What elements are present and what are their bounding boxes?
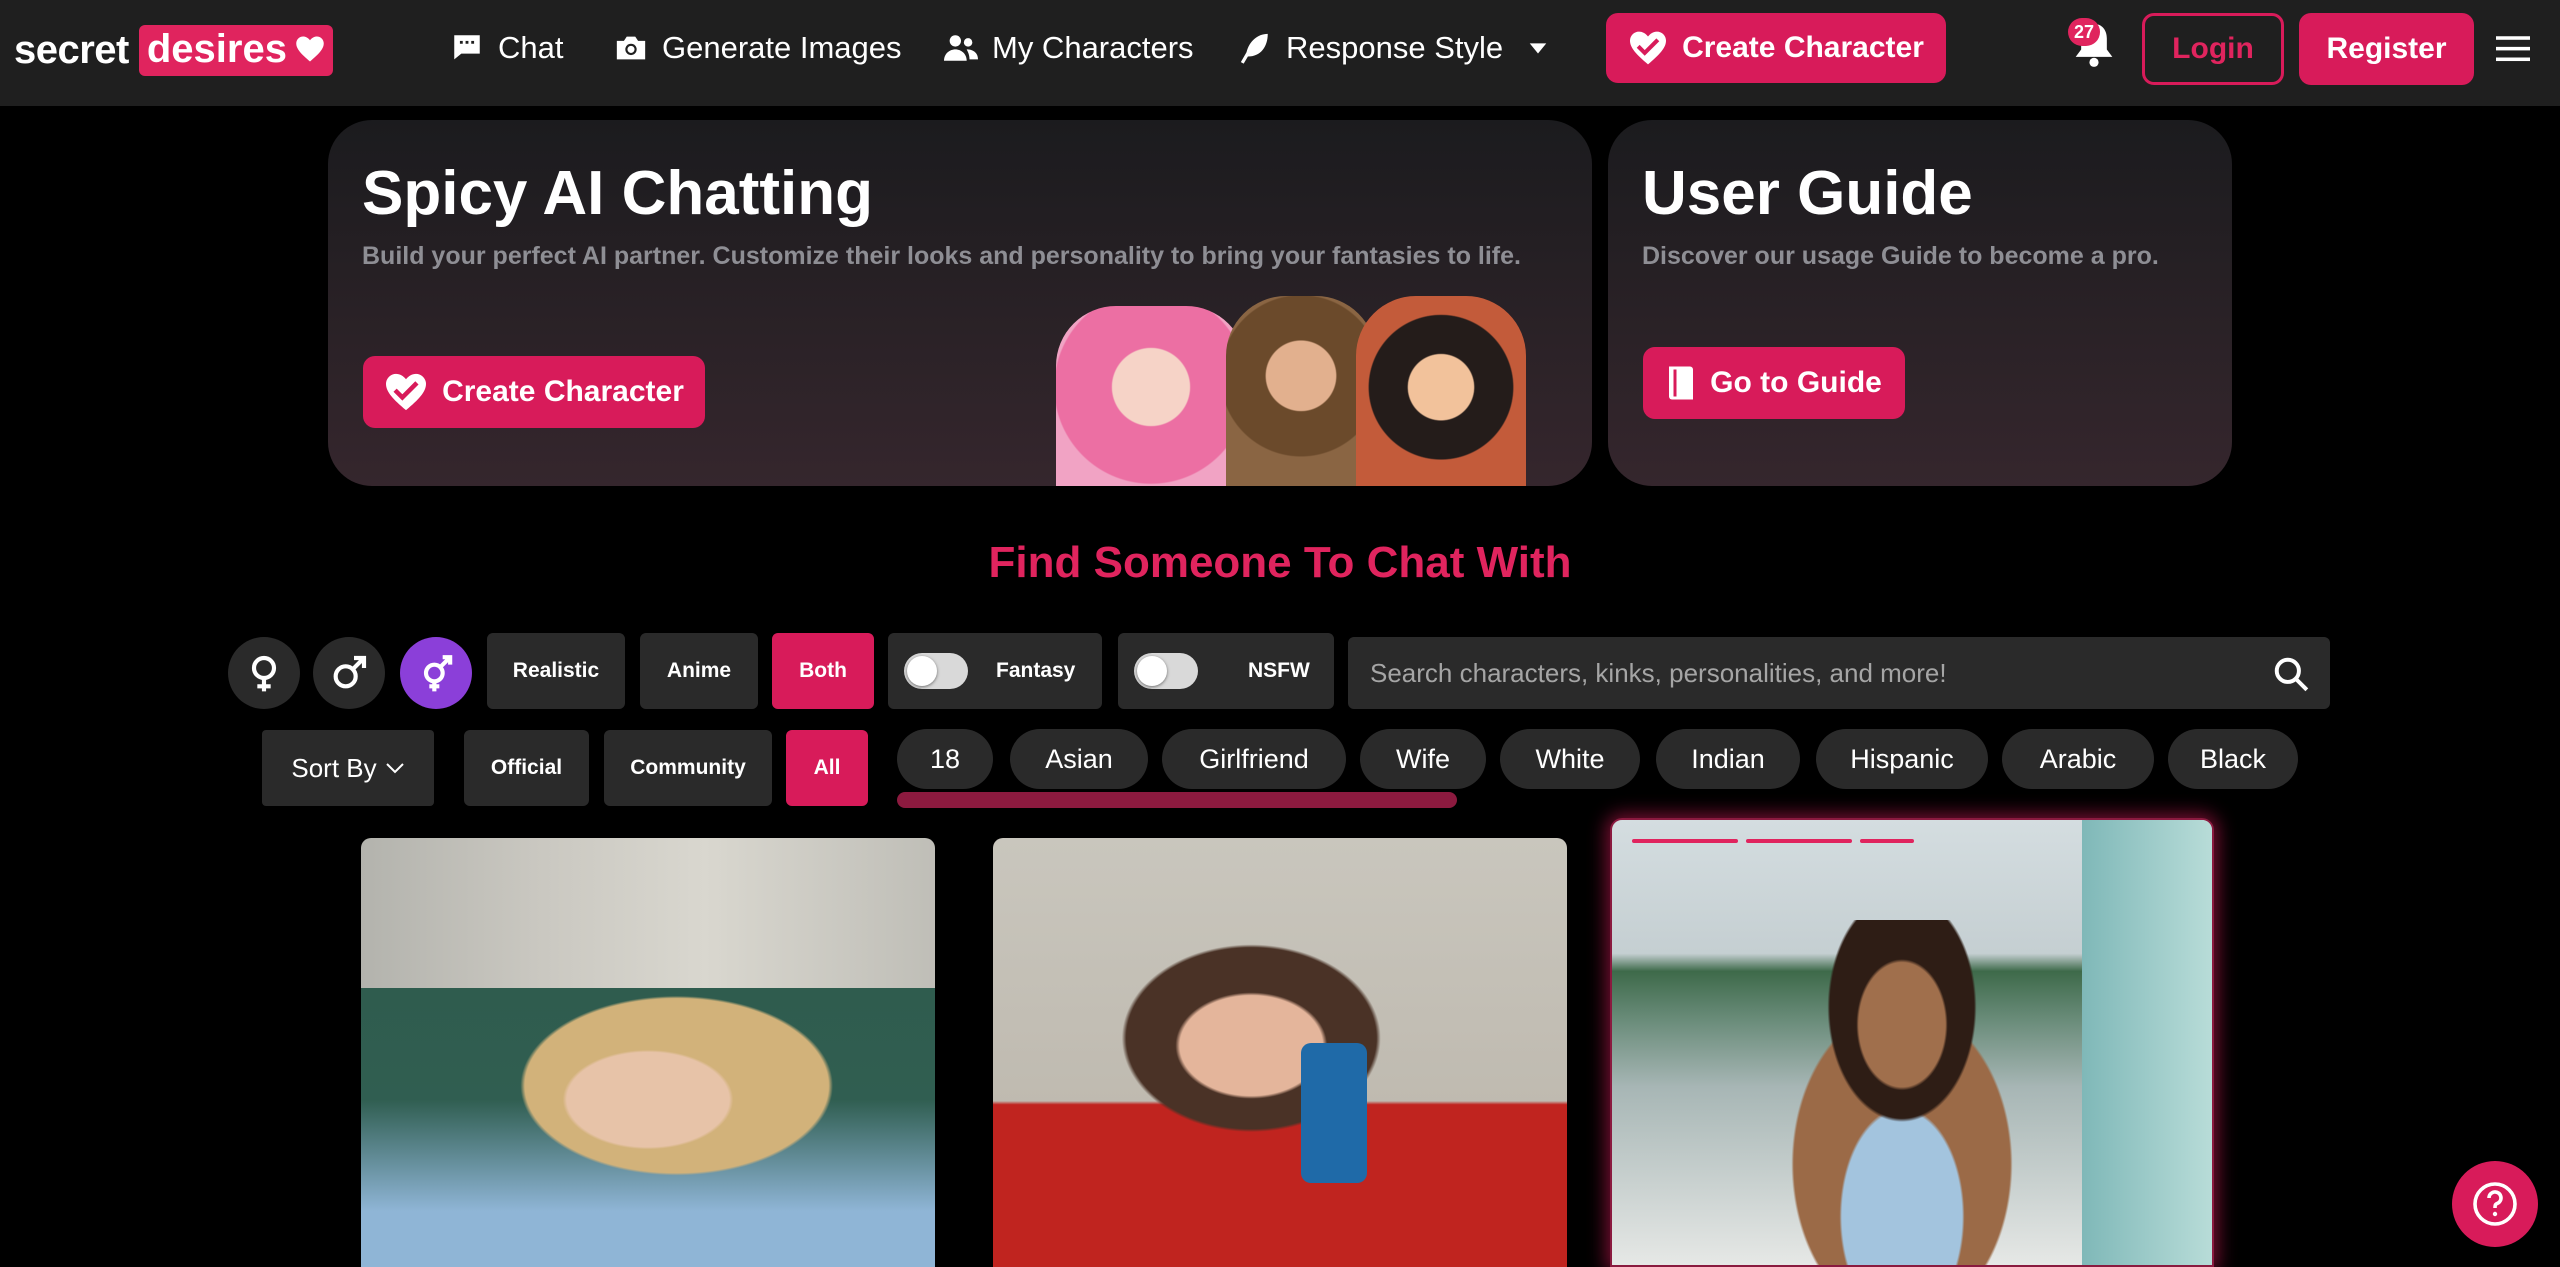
search-icon[interactable] (2272, 655, 2310, 693)
nav-my-characters[interactable]: My Characters (944, 24, 1194, 72)
female-symbol-icon (251, 655, 277, 692)
tags-scrollbar[interactable] (897, 792, 1457, 808)
style-realistic-button[interactable]: Realistic (487, 633, 625, 709)
character-photo-brunette (993, 898, 1567, 1267)
gender-male-button[interactable] (313, 637, 385, 709)
hamburger-menu-icon[interactable] (2496, 34, 2530, 64)
hero-title: Spicy AI Chatting (362, 159, 873, 228)
nav-chat-label: Chat (498, 30, 564, 65)
sort-by-label: Sort By (291, 752, 377, 783)
login-button[interactable]: Login (2142, 13, 2284, 85)
nav-response-style-label: Response Style (1286, 30, 1504, 65)
source-official-button[interactable]: Official (464, 730, 589, 806)
create-character-nav-label: Create Character (1682, 31, 1924, 64)
tag-chip-black[interactable]: Black (2168, 729, 2298, 789)
create-character-nav-button[interactable]: Create Character (1606, 13, 1946, 83)
heart-icon (296, 36, 324, 62)
style-anime-button[interactable]: Anime (640, 633, 758, 709)
phone-image (1301, 1043, 1367, 1183)
tag-chip-wife[interactable]: Wife (1360, 729, 1486, 789)
anime-girl-image (1056, 306, 1246, 486)
nsfw-toggle[interactable] (1134, 653, 1198, 689)
hero-characters-illustration (1056, 296, 1556, 486)
fantasy-label: Fantasy (996, 659, 1076, 682)
chat-icon (454, 35, 480, 60)
hero-card: Spicy AI Chatting Build your perfect AI … (328, 120, 1592, 486)
nav-generate-images[interactable]: Generate Images (614, 24, 902, 72)
camera-icon (616, 36, 646, 60)
anime-man-image (1356, 296, 1526, 486)
tag-chip-arabic[interactable]: Arabic (2002, 729, 2154, 789)
source-community-button[interactable]: Community (604, 730, 772, 806)
tag-chip-asian[interactable]: Asian (1010, 729, 1148, 789)
register-button[interactable]: Register (2299, 13, 2474, 85)
book-icon (1669, 366, 1694, 400)
help-question-icon (2473, 1182, 2517, 1226)
find-someone-title: Find Someone To Chat With (988, 538, 1572, 587)
top-navbar: secret desires Chat Generate Images My C… (0, 0, 2560, 106)
character-photo-beach (1732, 920, 2072, 1265)
character-card[interactable] (993, 838, 1567, 1267)
hero-create-character-label: Create Character (442, 375, 684, 408)
gender-both-button[interactable] (400, 637, 472, 709)
chevron-down-icon (385, 763, 404, 774)
caret-down-icon (1529, 43, 1547, 54)
search-bar (1348, 637, 2330, 709)
guide-title: User Guide (1642, 159, 1973, 228)
tag-chip-18[interactable]: 18 (897, 729, 993, 789)
fantasy-toggle[interactable] (904, 653, 968, 689)
fantasy-toggle-group: Fantasy (888, 633, 1102, 709)
heart-check-icon (1630, 31, 1667, 65)
brand-word-desires: desires (138, 24, 333, 76)
sort-by-dropdown[interactable]: Sort By (262, 730, 434, 806)
slide-indicator-1[interactable] (1632, 839, 1738, 843)
gender-female-button[interactable] (228, 637, 300, 709)
slide-indicator-2[interactable] (1746, 839, 1852, 843)
go-to-guide-label: Go to Guide (1710, 366, 1882, 399)
feather-icon (1240, 33, 1268, 64)
nav-response-style[interactable]: Response Style (1238, 24, 1549, 72)
male-symbol-icon (333, 655, 367, 689)
user-guide-card: User Guide Discover our usage Guide to b… (1608, 120, 2232, 486)
help-button[interactable] (2452, 1161, 2538, 1247)
nav-generate-images-label: Generate Images (662, 30, 902, 65)
tag-chip-hispanic[interactable]: Hispanic (1816, 729, 1988, 789)
surfboard-image (2082, 820, 2212, 1265)
realistic-woman-image (1226, 296, 1376, 486)
hero-create-character-button[interactable]: Create Character (363, 356, 705, 428)
users-icon (944, 35, 978, 61)
character-photo-blonde (361, 988, 935, 1267)
source-all-button[interactable]: All (786, 730, 868, 806)
nav-my-characters-label: My Characters (992, 30, 1194, 65)
notification-badge: 27 (2068, 18, 2100, 46)
heart-check-icon (386, 373, 427, 411)
tag-chip-indian[interactable]: Indian (1656, 729, 1800, 789)
brand-logo[interactable]: secret desires (14, 22, 333, 78)
nav-chat[interactable]: Chat (450, 24, 563, 72)
hero-subtitle: Build your perfect AI partner. Customize… (362, 242, 1521, 270)
both-genders-symbol-icon (423, 655, 453, 692)
brand-word-secret: secret (14, 27, 129, 72)
tag-chip-girlfriend[interactable]: Girlfriend (1162, 729, 1346, 789)
nsfw-toggle-group: NSFW (1118, 633, 1334, 709)
tag-chip-white[interactable]: White (1500, 729, 1640, 789)
go-to-guide-button[interactable]: Go to Guide (1643, 347, 1905, 419)
style-both-button[interactable]: Both (772, 633, 874, 709)
slide-indicator-3[interactable] (1860, 839, 1914, 843)
nsfw-label: NSFW (1248, 659, 1310, 682)
character-card[interactable] (361, 838, 935, 1267)
character-card-featured[interactable] (1610, 818, 2214, 1267)
guide-subtitle: Discover our usage Guide to become a pro… (1642, 242, 2159, 270)
search-input[interactable] (1370, 657, 2250, 689)
brand-word-desires-text: desires (146, 26, 287, 71)
